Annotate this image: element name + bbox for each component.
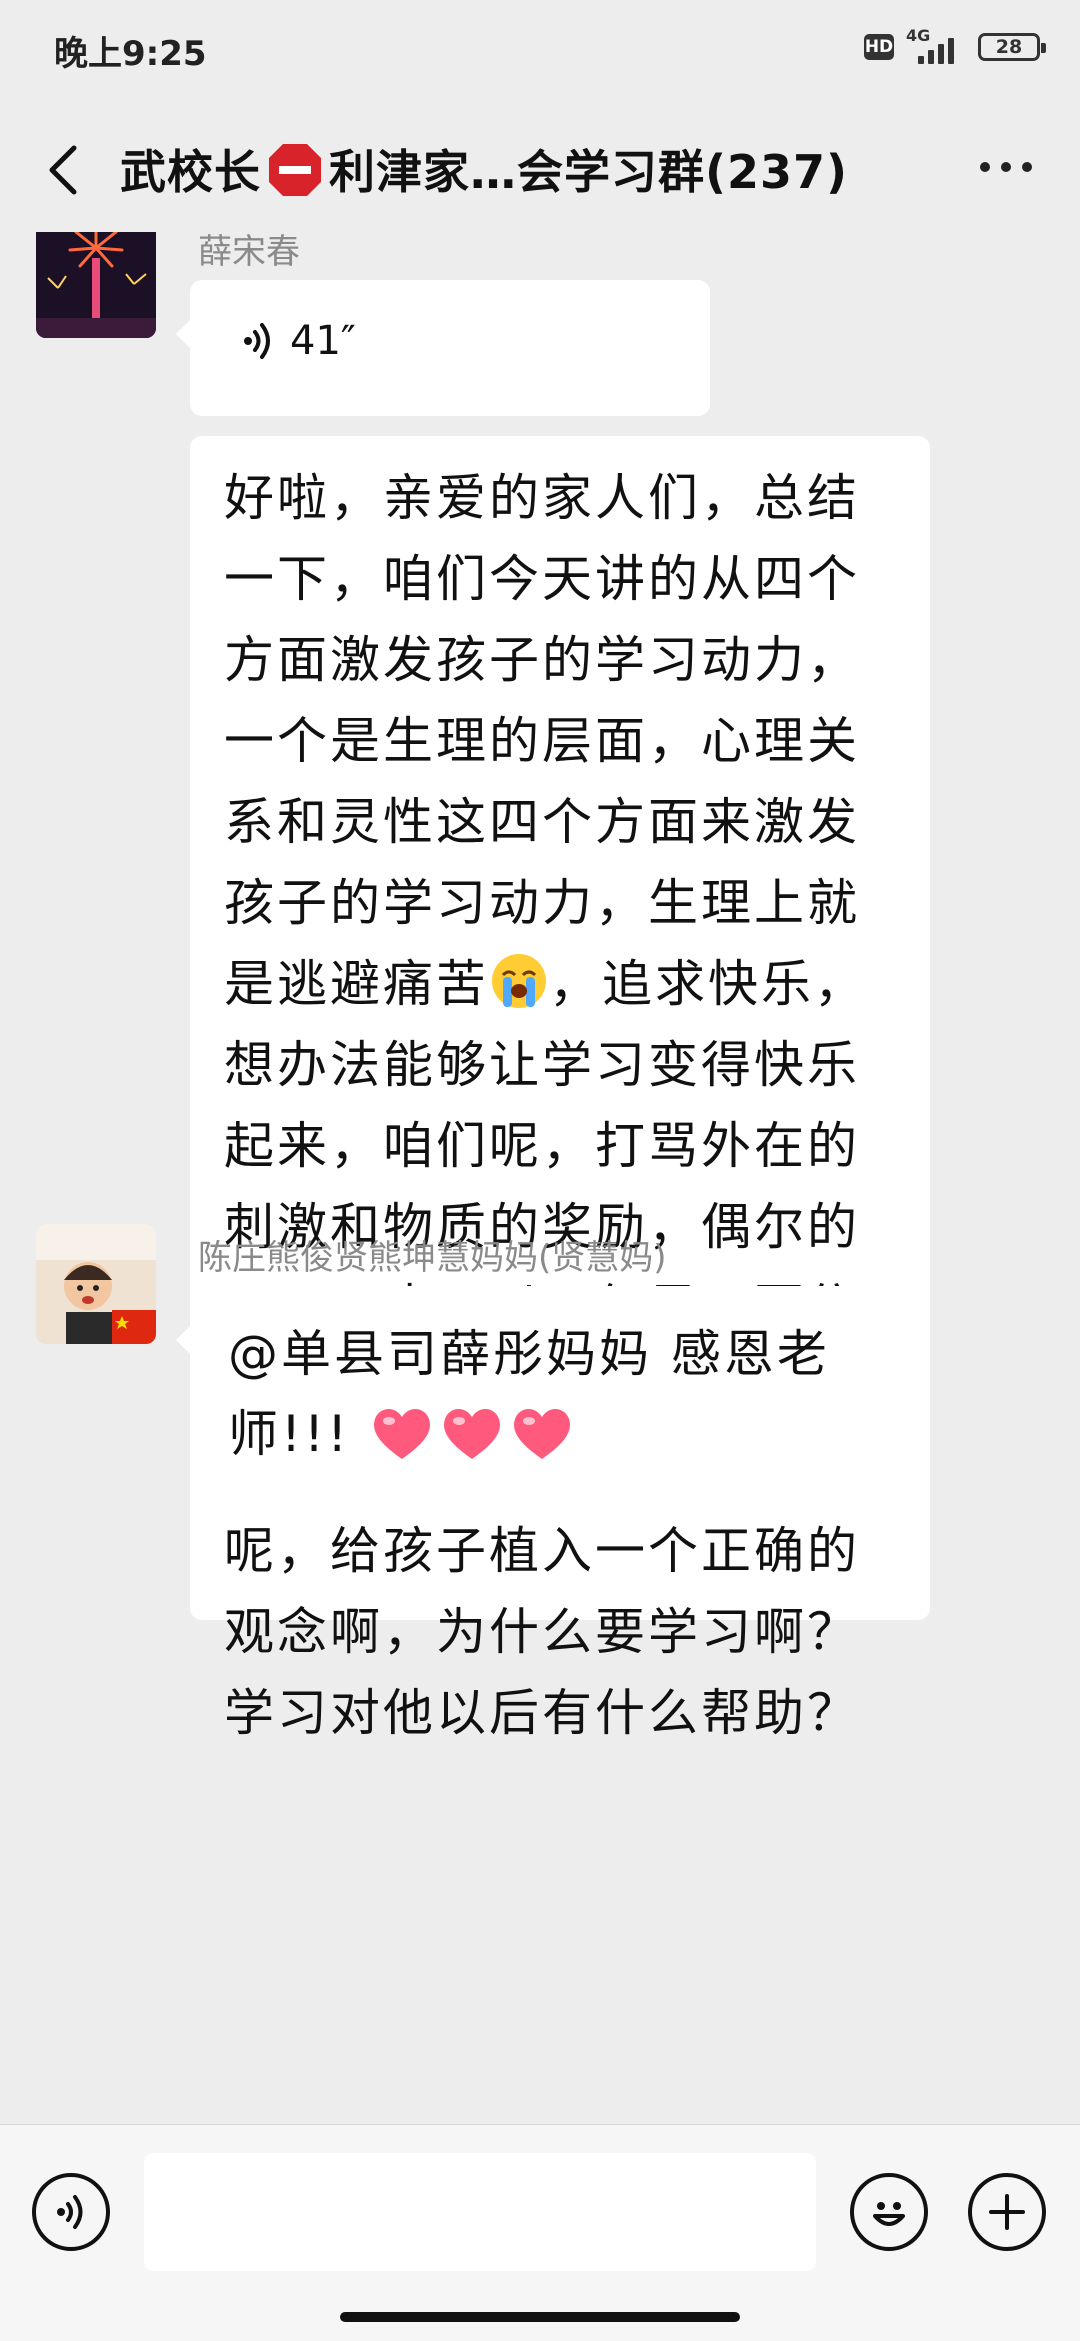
status-icons: HD 4G 28 xyxy=(864,26,1046,64)
message-input-bar xyxy=(0,2124,1080,2341)
title-part1: 武校长 xyxy=(120,145,261,199)
fireworks-avatar-icon xyxy=(36,232,156,338)
voice-input-icon xyxy=(57,2195,83,2229)
red-heart-icon xyxy=(514,1408,571,1459)
red-heart-icon xyxy=(444,1408,501,1459)
hd-icon: HD xyxy=(864,34,894,60)
red-heart-icon xyxy=(374,1408,431,1459)
more-dot xyxy=(1022,162,1032,172)
message-input[interactable] xyxy=(144,2153,816,2271)
title-part2: 利津家…会学习群(237) xyxy=(329,145,849,199)
sender-name: 薛宋春 xyxy=(198,232,300,272)
avatar[interactable] xyxy=(36,1224,156,1344)
signal-icon: 4G xyxy=(906,26,966,64)
status-bar: 晚上9:25 HD 4G 28 xyxy=(0,0,1080,100)
message-text-part1: 好啦，亲爱的家人们，总结一下，咱们今天讲的从四个方面激发孩子的学习动力，一个是生… xyxy=(224,469,860,1013)
back-button[interactable] xyxy=(40,140,96,200)
avatar[interactable] xyxy=(36,232,156,338)
crying-face-icon xyxy=(492,954,546,1008)
child-photo-avatar-icon xyxy=(36,1224,156,1344)
home-indicator[interactable] xyxy=(340,2312,740,2322)
voice-input-button[interactable] xyxy=(32,2173,110,2251)
emoji-button[interactable] xyxy=(850,2173,928,2251)
status-time: 晚上9:25 xyxy=(54,34,207,74)
battery-level: 28 xyxy=(995,36,1023,58)
stop-sign-icon xyxy=(269,144,321,196)
plus-icon xyxy=(989,2194,1025,2230)
chat-messages[interactable]: 薛宋春 41″ 好啦，亲爱的家人们，总结一下，咱们今天讲的从四个方面激发孩子的学… xyxy=(0,232,1080,2122)
chevron-left-icon xyxy=(49,145,77,195)
message-text: 好啦，亲爱的家人们，总结一下，咱们今天讲的从四个方面激发孩子的学习动力，一个是生… xyxy=(224,458,904,1754)
more-button[interactable] xyxy=(980,162,1032,172)
text-message-bubble[interactable]: @单县司薛彤妈妈 感恩老师!!! xyxy=(176,1286,930,1496)
plus-button[interactable] xyxy=(968,2173,1046,2251)
message-text: @单县司薛彤妈妈 感恩老师!!! xyxy=(228,1314,868,1474)
voice-message-bubble[interactable]: 41″ xyxy=(176,280,710,416)
more-dot xyxy=(1001,162,1011,172)
chat-header: 武校长 利津家…会学习群(237) xyxy=(0,110,1080,230)
battery-icon: 28 xyxy=(978,33,1046,61)
voice-duration: 41″ xyxy=(290,318,356,364)
chat-title: 武校长 利津家…会学习群(237) xyxy=(120,136,848,202)
sender-name: 陈庄熊俊贤熊坤慧妈妈(贤慧妈) xyxy=(198,1238,667,1278)
smiley-face-icon xyxy=(873,2202,905,2226)
voice-wave-icon xyxy=(244,323,270,359)
more-dot xyxy=(980,162,990,172)
